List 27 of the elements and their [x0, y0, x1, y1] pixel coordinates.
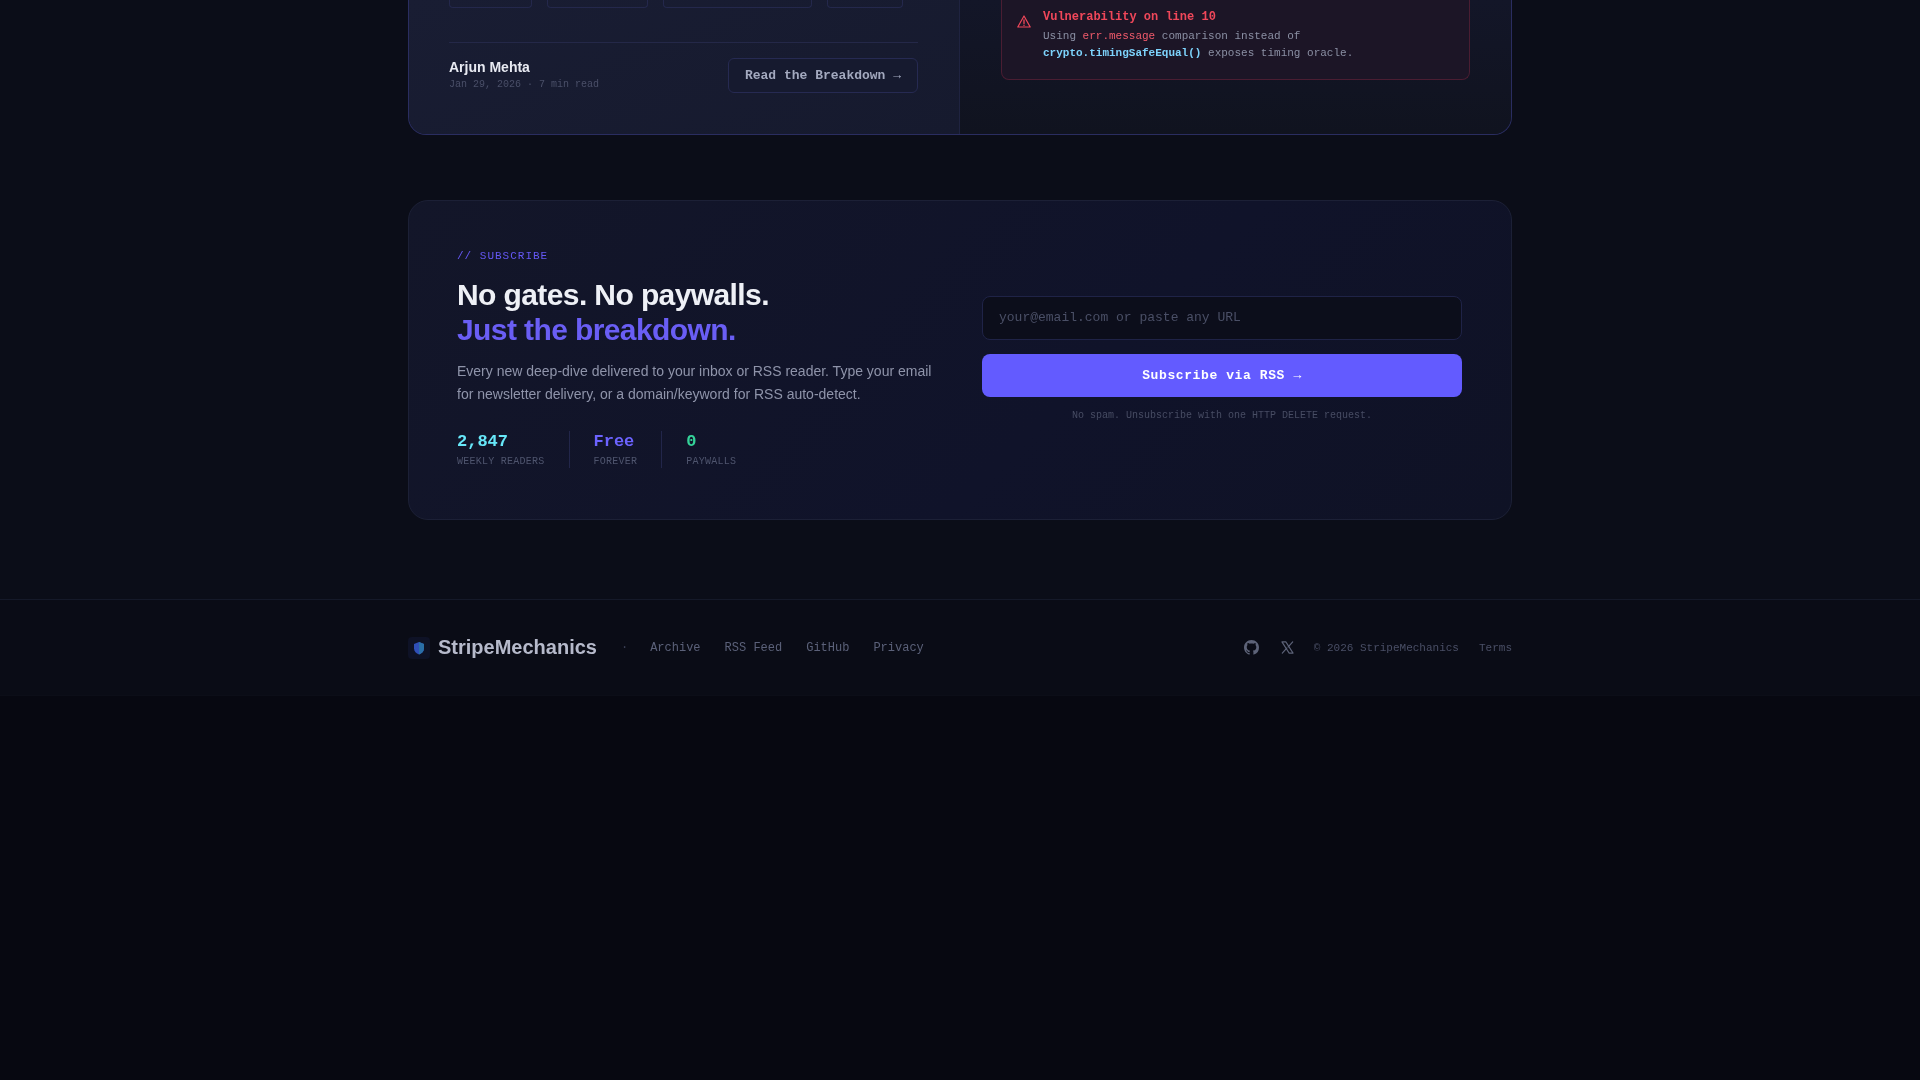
warning-icon	[1017, 15, 1031, 28]
subscribe-button[interactable]: Subscribe via RSS →	[982, 353, 1462, 397]
alert-message: Using err.message comparison instead of crypto.timingSafeEqual() exposes timing oracle.	[1043, 29, 1355, 61]
footer-link[interactable]: RSS Feed	[724, 640, 783, 655]
separator-dot: ·	[620, 640, 629, 655]
stat-label: FOREVER	[593, 455, 638, 468]
email-field[interactable]: your@email.com or paste any URL	[982, 295, 1462, 340]
stat-label: WEEKLY READERS	[457, 455, 545, 468]
footer-link[interactable]: GitHub	[806, 640, 850, 655]
alert-title: Vulnerability on line 10	[1043, 10, 1217, 25]
subscribe-heading: No gates. No paywalls. Just the breakdown.	[457, 277, 769, 347]
stat-value: 0	[686, 431, 698, 452]
terms-link[interactable]: Terms	[1479, 641, 1512, 654]
section-label: // SUBSCRIBE	[457, 249, 549, 263]
author-name: Arjun Mehta	[449, 58, 531, 76]
shield-logo-icon[interactable]	[408, 636, 430, 659]
stat-value: 2,847	[457, 431, 509, 452]
brand-name[interactable]: StripeMechanics	[438, 636, 597, 659]
subscribe-description: Every new deep-dive delivered to your inbox or RSS reader. Type your email for newsletter delivery, or a domain/keyword for RSS auto-detect.	[457, 362, 933, 404]
github-icon[interactable]	[1243, 640, 1259, 655]
stat-label: PAYWALLS	[686, 455, 737, 468]
footer-link[interactable]: Privacy	[873, 640, 924, 655]
stat-value: Free	[593, 431, 636, 452]
copyright-text: © 2026 StripeMechanics	[1313, 641, 1459, 654]
footer-link[interactable]: Archive	[650, 640, 701, 655]
read-button[interactable]: Read the Breakdown →	[727, 58, 918, 93]
x-logo-icon[interactable]	[1280, 641, 1294, 654]
